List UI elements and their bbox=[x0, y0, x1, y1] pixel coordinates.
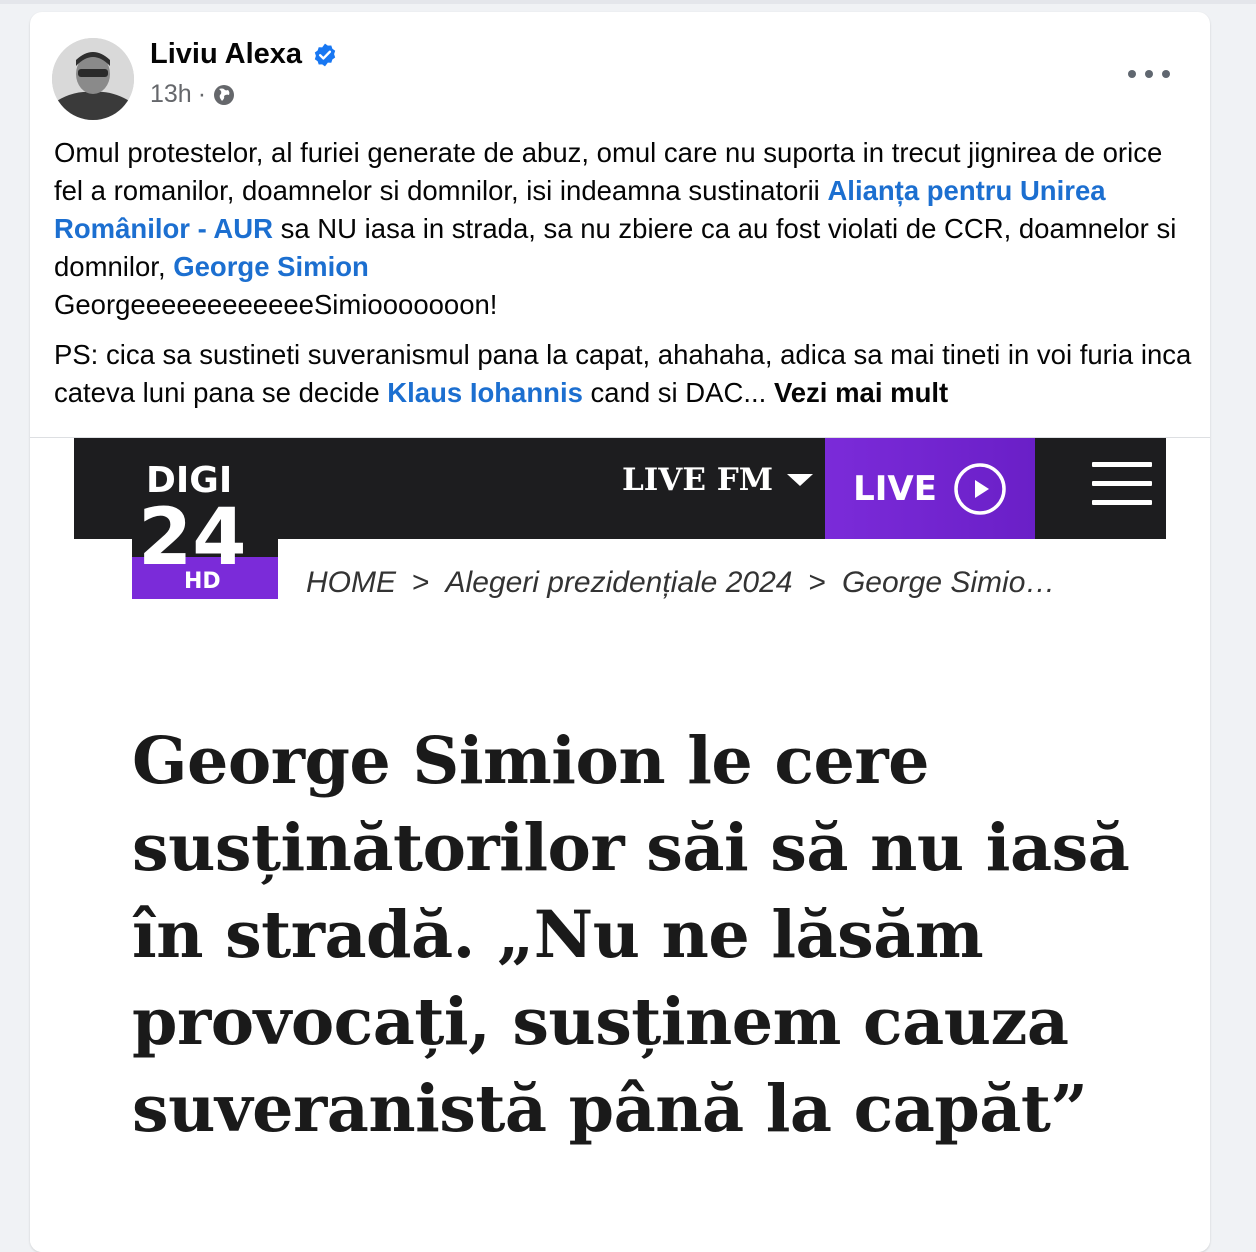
menu-line bbox=[1092, 462, 1152, 467]
menu-line bbox=[1092, 481, 1152, 486]
avatar[interactable] bbox=[52, 38, 134, 120]
verified-badge-icon bbox=[314, 43, 336, 66]
digi24-logo[interactable]: DIGI 24 HD bbox=[132, 452, 278, 599]
mention-george-simion[interactable]: George Simion bbox=[173, 251, 369, 282]
post-card: Liviu Alexa 13h · Omul protestelor, al f… bbox=[30, 12, 1210, 1252]
post-paragraph-2: PS: cica sa sustineti suveranismul pana … bbox=[54, 336, 1194, 412]
hamburger-menu-icon[interactable] bbox=[1092, 462, 1152, 506]
text-segment: cand si DAC... bbox=[582, 377, 774, 408]
live-button[interactable]: LIVE bbox=[825, 438, 1035, 539]
breadcrumb-separator: > bbox=[808, 566, 826, 599]
breadcrumb: HOME > Alegeri prezidențiale 2024 > George S… bbox=[306, 566, 1055, 600]
caret-down-icon bbox=[787, 474, 814, 486]
see-more-link[interactable]: Vezi mai mult bbox=[774, 377, 948, 408]
article-headline: George Simion le cere susținătorilor săi… bbox=[132, 723, 1130, 1147]
post-meta: 13h · bbox=[150, 80, 236, 109]
top-border bbox=[0, 0, 1256, 4]
post-time[interactable]: 13h bbox=[150, 80, 192, 109]
post-paragraph-1: Omul protestelor, al furiei generate de … bbox=[54, 134, 1194, 324]
breadcrumb-current: George Simio… bbox=[841, 566, 1056, 599]
play-icon bbox=[954, 462, 1006, 515]
breadcrumb-separator: > bbox=[412, 566, 430, 599]
mention-klaus-iohannis[interactable]: Klaus Iohannis bbox=[387, 377, 583, 408]
meta-separator: · bbox=[197, 80, 207, 108]
live-fm-label: LIVE FM bbox=[622, 462, 774, 498]
live-label: LIVE bbox=[853, 468, 937, 509]
more-options-icon[interactable] bbox=[1128, 62, 1170, 86]
more-dot bbox=[1128, 70, 1136, 78]
logo-hd-text: HD bbox=[184, 569, 221, 594]
author-name[interactable]: Liviu Alexa bbox=[150, 38, 302, 71]
globe-icon bbox=[214, 84, 235, 105]
menu-line bbox=[1092, 500, 1152, 505]
text-segment: GeorgeeeeeeeeeeeeSimiooooooon! bbox=[54, 289, 498, 320]
attached-image[interactable]: LIVE FM LIVE DIGI 24 HD HOME > Alegeri p… bbox=[30, 438, 1210, 1252]
breadcrumb-elections[interactable]: Alegeri prezidențiale 2024 bbox=[446, 566, 793, 599]
breadcrumb-home[interactable]: HOME bbox=[306, 566, 396, 599]
more-dot bbox=[1145, 70, 1153, 78]
more-dot bbox=[1162, 70, 1170, 78]
author-row: Liviu Alexa bbox=[150, 38, 338, 71]
post-text: Omul protestelor, al furiei generate de … bbox=[54, 134, 1194, 424]
live-fm-dropdown[interactable]: LIVE FM bbox=[622, 462, 814, 498]
